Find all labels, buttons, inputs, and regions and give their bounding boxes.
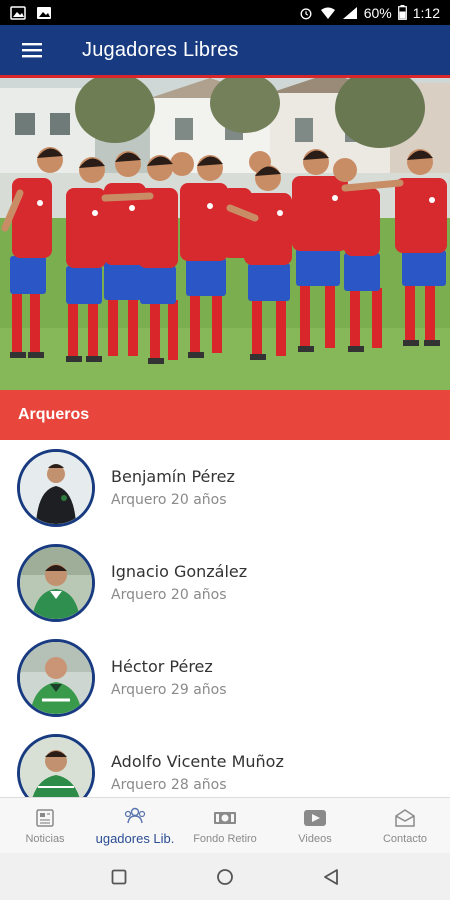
nav-label: Videos <box>298 832 332 845</box>
wifi-icon <box>320 7 335 19</box>
hamburger-menu-icon <box>22 43 42 58</box>
player-detail: Arquero 28 años <box>111 777 227 793</box>
nav-label: Contacto <box>382 832 428 845</box>
recents-button[interactable] <box>107 865 131 889</box>
player-name: Héctor Pérez <box>111 657 213 676</box>
status-bar: 60% 1:12 <box>0 0 450 25</box>
team-photo <box>0 78 450 390</box>
player-detail: Arquero 20 años <box>111 587 227 603</box>
team-photo-illustration <box>0 78 450 390</box>
player-photo <box>20 451 92 524</box>
newspaper-icon <box>32 807 58 829</box>
photo-notification-icon <box>10 5 26 20</box>
system-nav-bar <box>0 853 450 900</box>
avatar <box>17 638 95 717</box>
users-icon <box>122 805 148 827</box>
square-icon <box>111 869 127 884</box>
battery-percent: 60% <box>363 4 392 21</box>
player-detail: Arquero 20 años <box>111 492 227 508</box>
app-title: Jugadores Libres <box>82 38 239 61</box>
back-button[interactable] <box>319 865 343 889</box>
player-photo <box>20 546 92 619</box>
circle-icon <box>217 868 233 885</box>
list-item[interactable]: Ignacio González Arquero 20 años <box>0 535 450 630</box>
section-title: Arqueros <box>18 406 90 423</box>
player-name: Ignacio González <box>111 562 248 581</box>
section-header-arqueros: Arqueros <box>0 390 450 440</box>
list-item[interactable]: Héctor Pérez Arquero 29 años <box>0 630 450 725</box>
player-info: Héctor Pérez Arquero 29 años <box>111 657 227 698</box>
nav-label: Noticias <box>25 832 65 845</box>
nav-item-videos[interactable]: Videos <box>270 798 360 853</box>
player-name: Benjamín Pérez <box>111 467 235 486</box>
player-name: Adolfo Vicente Muñoz <box>111 752 284 771</box>
player-photo <box>20 736 92 797</box>
battery-icon <box>397 5 407 20</box>
player-info: Benjamín Pérez Arquero 20 años <box>111 467 235 508</box>
avatar <box>17 733 95 797</box>
player-list[interactable]: Benjamín Pérez Arquero 20 años Ignacio G… <box>0 440 450 797</box>
app-bar: Jugadores Libres <box>0 25 450 78</box>
avatar <box>17 448 95 527</box>
avatar <box>17 543 95 622</box>
player-photo <box>20 641 92 714</box>
menu-button[interactable] <box>0 25 64 75</box>
list-item[interactable]: Adolfo Vicente Muñoz Arquero 28 años <box>0 725 450 797</box>
clock: 1:12 <box>412 4 440 21</box>
back-triangle-icon <box>324 868 338 885</box>
status-left <box>10 5 52 20</box>
player-info: Adolfo Vicente Muñoz Arquero 28 años <box>111 752 284 793</box>
signal-icon <box>342 6 357 19</box>
mail-icon <box>392 807 418 829</box>
home-button[interactable] <box>213 865 237 889</box>
player-detail: Arquero 29 años <box>111 682 227 698</box>
nav-label: ugadores Lib. <box>95 831 175 846</box>
nav-item-jugadores-libres[interactable]: ugadores Lib. <box>90 798 180 853</box>
nav-item-noticias[interactable]: Noticias <box>0 798 90 853</box>
list-item[interactable]: Benjamín Pérez Arquero 20 años <box>0 440 450 535</box>
image-notification-icon <box>37 6 51 19</box>
alarm-icon <box>300 7 312 19</box>
status-right: 60% 1:12 <box>298 5 440 21</box>
nav-item-contacto[interactable]: Contacto <box>360 798 450 853</box>
money-icon <box>212 807 238 829</box>
play-icon <box>302 807 328 829</box>
nav-item-fondo-retiro[interactable]: Fondo Retiro <box>180 798 270 853</box>
player-info: Ignacio González Arquero 20 años <box>111 562 247 603</box>
nav-label: Fondo Retiro <box>193 832 257 845</box>
bottom-nav: Noticias ugadores Lib. Fondo Retiro Vide… <box>0 797 450 853</box>
